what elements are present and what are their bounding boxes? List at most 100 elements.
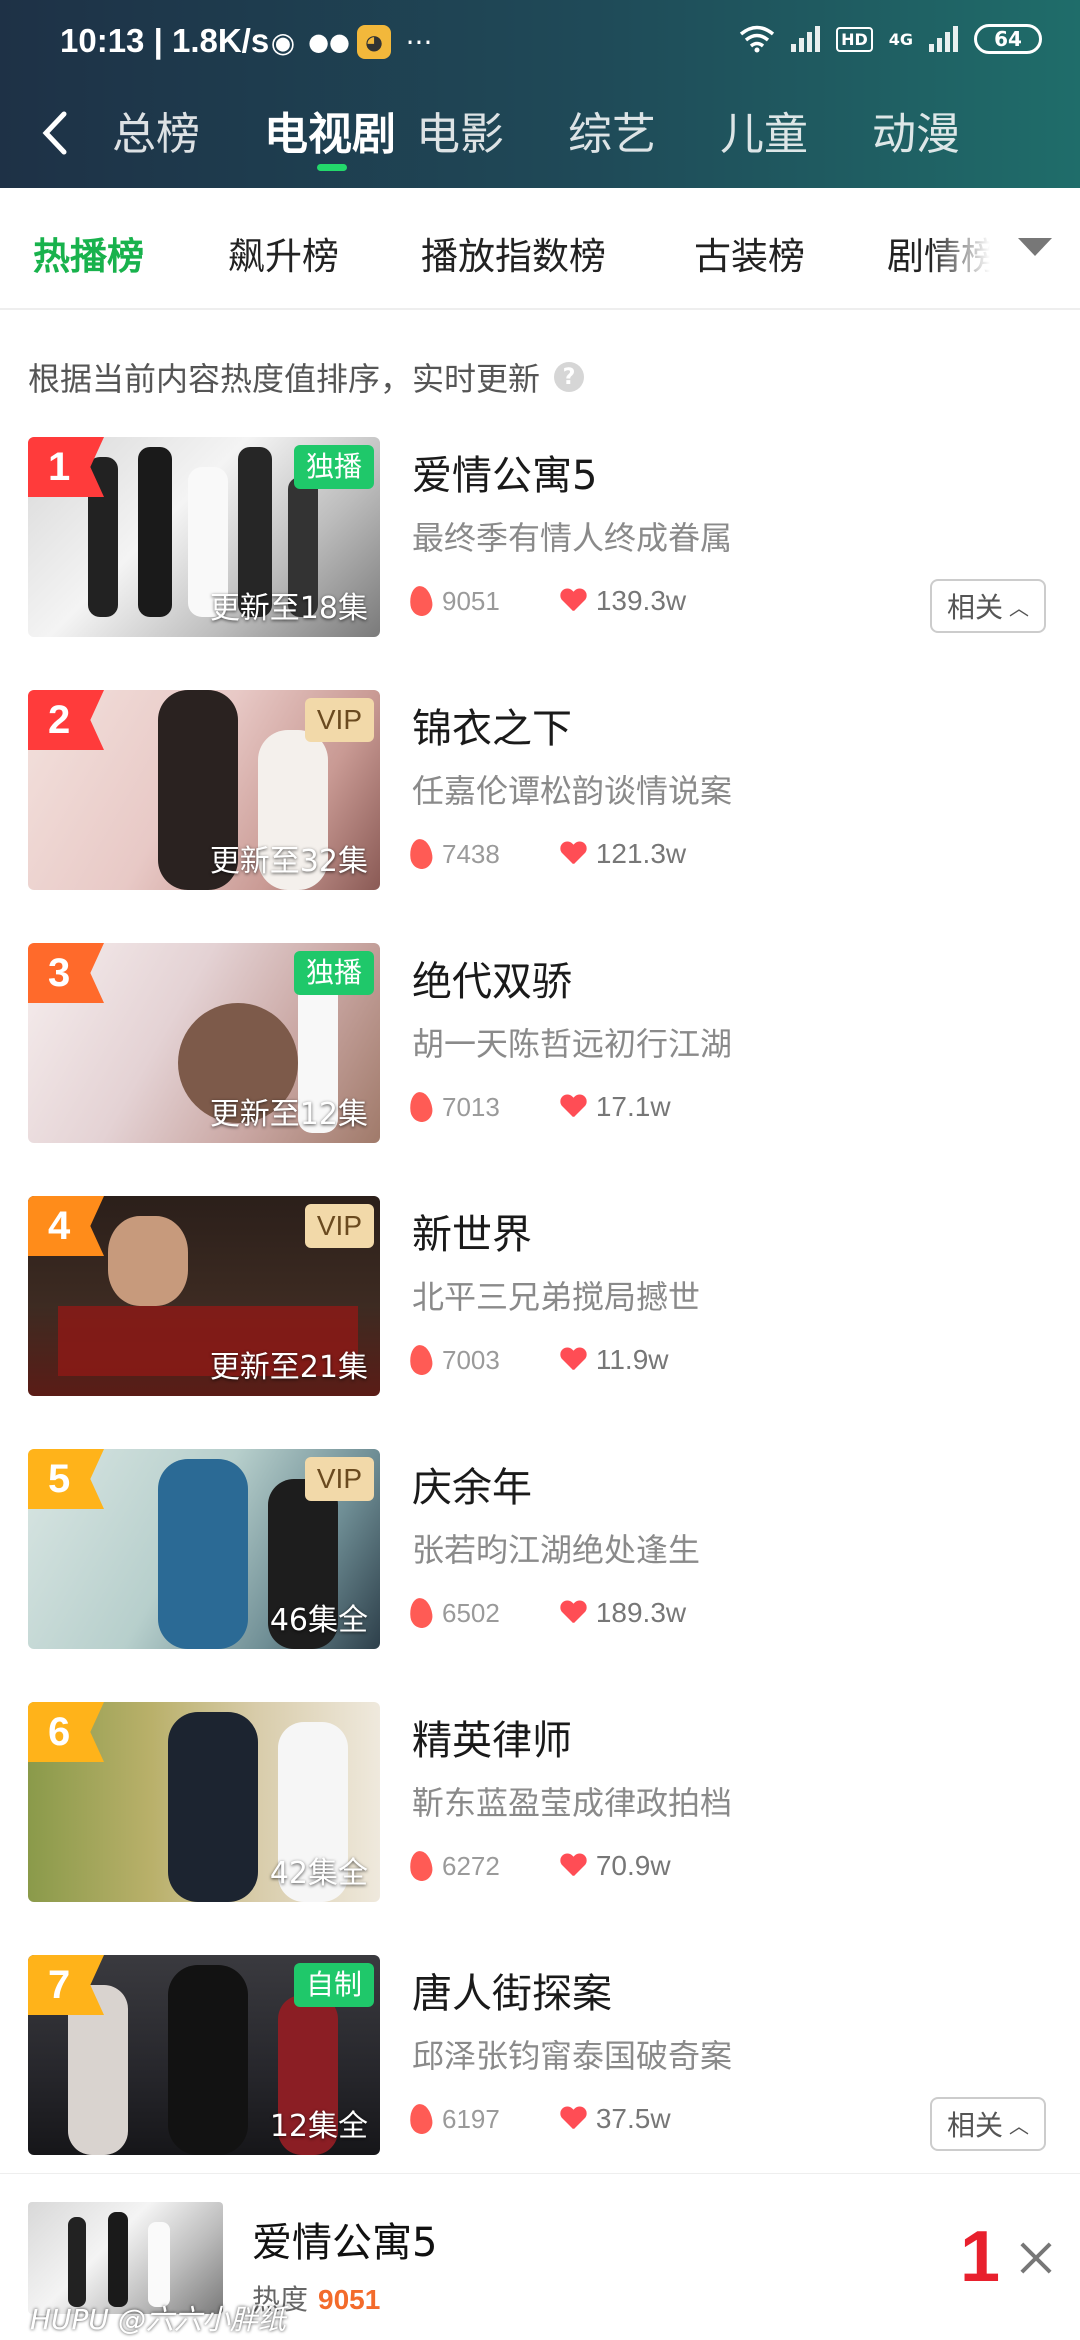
wifi-icon <box>739 25 775 53</box>
show-stats: 9051 139.3w <box>408 584 687 618</box>
weibo-icon: ◉ <box>270 25 296 59</box>
vip-badge: VIP <box>304 1457 374 1501</box>
related-button[interactable]: 相关 ︿ <box>930 2097 1046 2151</box>
likes-value: 17.1w <box>595 1091 671 1122</box>
original-badge: 自制 <box>293 1963 374 2007</box>
ranking-description: 根据当前内容热度值排序，实时更新 ? <box>28 354 585 400</box>
heart-icon <box>560 1095 586 1119</box>
list-item[interactable]: 6 42集全 精英律师 靳东蓝盈莹成律政拍档 6272 70.9w <box>0 1702 1080 1902</box>
subtab-play-index[interactable]: 播放指数榜 <box>421 226 606 280</box>
tab-movies[interactable]: 电影 <box>416 98 568 162</box>
close-icon[interactable] <box>1016 2238 1056 2278</box>
ranking-subtabs: 热播榜 飙升榜 播放指数榜 古装榜 剧情榜 <box>0 188 1080 310</box>
tab-overall[interactable]: 总榜 <box>112 98 264 162</box>
fire-icon <box>408 1343 434 1377</box>
poster[interactable]: 2 VIP 更新至32集 <box>28 690 380 890</box>
exclusive-badge: 独播 <box>293 951 374 995</box>
vip-badge: VIP <box>304 698 374 742</box>
show-subtitle: 胡一天陈哲远初行江湖 <box>412 1025 733 1063</box>
related-button[interactable]: 相关 ︿ <box>930 579 1046 633</box>
poster[interactable]: 7 自制 12集全 <box>28 1955 380 2155</box>
heart-icon <box>560 1601 586 1625</box>
list-item[interactable]: 1 独播 更新至18集 爱情公寓5 最终季有情人终成眷属 9051 139.3w… <box>0 437 1080 637</box>
heart-icon <box>560 2107 586 2131</box>
poster[interactable]: 3 独播 更新至12集 <box>28 943 380 1143</box>
mini-heat-value: 9051 <box>318 2284 381 2315</box>
fire-icon <box>408 584 434 618</box>
poster[interactable]: 6 42集全 <box>28 1702 380 1902</box>
show-stats: 6197 37.5w <box>408 2102 671 2136</box>
list-item[interactable]: 3 独播 更新至12集 绝代双骄 胡一天陈哲远初行江湖 7013 17.1w <box>0 943 1080 1143</box>
show-title[interactable]: 绝代双骄 <box>412 949 572 1007</box>
poster[interactable]: 5 VIP 46集全 <box>28 1449 380 1649</box>
episode-status: 更新至12集 <box>209 1097 368 1132</box>
heat-value: 7003 <box>442 1344 500 1375</box>
likes-value: 11.9w <box>595 1344 669 1375</box>
wechat-icon: ●● <box>308 28 350 56</box>
status-bar: 10:13 | 1.8K/s ◉ ●● ◕ ··· HD 4G 64 <box>0 0 1080 90</box>
poster[interactable]: 4 VIP 更新至21集 <box>28 1196 380 1396</box>
list-item[interactable]: 5 VIP 46集全 庆余年 张若昀江湖绝处逢生 6502 189.3w <box>0 1449 1080 1649</box>
mini-title: 爱情公寓5 <box>252 2220 438 2266</box>
show-subtitle: 靳东蓝盈莹成律政拍档 <box>412 1784 733 1822</box>
heat-value: 6502 <box>442 1597 500 1628</box>
show-title[interactable]: 精英律师 <box>412 1708 572 1766</box>
list-item[interactable]: 2 VIP 更新至32集 锦衣之下 任嘉伦谭松韵谈情说案 7438 121.3w <box>0 690 1080 890</box>
fire-icon <box>408 1849 434 1883</box>
show-title[interactable]: 庆余年 <box>412 1455 532 1513</box>
heart-icon <box>560 589 586 613</box>
likes-value: 70.9w <box>595 1850 671 1881</box>
show-title[interactable]: 唐人街探案 <box>412 1961 612 2019</box>
subtab-rising[interactable]: 飙升榜 <box>228 226 339 280</box>
subtab-costume[interactable]: 古装榜 <box>694 226 805 280</box>
signal-icon-2 <box>929 26 958 52</box>
list-item[interactable]: 7 自制 12集全 唐人街探案 邱泽张钧甯泰国破奇案 6197 37.5w 相关… <box>0 1955 1080 2155</box>
episode-status: 12集全 <box>269 2109 368 2144</box>
fire-icon <box>408 1090 434 1124</box>
dropdown-icon[interactable] <box>1018 238 1052 256</box>
back-icon[interactable] <box>36 108 76 158</box>
status-right-icons: HD 4G 64 <box>739 24 1042 54</box>
likes-value: 37.5w <box>595 2103 671 2134</box>
exclusive-badge: 独播 <box>293 445 374 489</box>
chevron-up-icon: ︿ <box>1009 595 1029 620</box>
likes-value: 121.3w <box>595 838 687 869</box>
likes-value: 139.3w <box>595 585 687 616</box>
tab-kids[interactable]: 儿童 <box>720 98 872 162</box>
watermark: HUPU @六六小胖纸 <box>30 2303 286 2336</box>
help-icon[interactable]: ? <box>554 362 585 392</box>
heat-value: 6272 <box>442 1850 500 1881</box>
tab-anime[interactable]: 动漫 <box>872 98 1024 162</box>
fire-icon <box>408 2102 434 2136</box>
show-title[interactable]: 锦衣之下 <box>412 696 572 754</box>
episode-status: 更新至32集 <box>209 844 368 879</box>
episode-status: 42集全 <box>269 1856 368 1891</box>
tab-variety[interactable]: 综艺 <box>568 98 720 162</box>
heart-icon <box>560 842 586 866</box>
list-item[interactable]: 4 VIP 更新至21集 新世界 北平三兄弟搅局撼世 7003 11.9w <box>0 1196 1080 1396</box>
battery-icon: 64 <box>974 24 1042 54</box>
show-subtitle: 邱泽张钧甯泰国破奇案 <box>412 2037 733 2075</box>
app-notification-icon: ◕ <box>357 25 391 59</box>
episode-status: 更新至21集 <box>209 1350 368 1385</box>
subtab-hot[interactable]: 热播榜 <box>33 226 144 280</box>
fire-icon <box>408 837 434 871</box>
show-title[interactable]: 新世界 <box>412 1202 532 1260</box>
fire-icon <box>408 1596 434 1630</box>
show-title[interactable]: 爱情公寓5 <box>412 443 597 501</box>
likes-value: 189.3w <box>595 1597 687 1628</box>
show-subtitle: 北平三兄弟搅局撼世 <box>412 1278 701 1316</box>
status-time: 10:13 | 1.8K/s <box>60 22 270 59</box>
more-notifications-icon: ··· <box>405 25 433 59</box>
signal-icon <box>791 26 821 52</box>
poster[interactable]: 1 独播 更新至18集 <box>28 437 380 637</box>
show-stats: 7013 17.1w <box>408 1090 671 1124</box>
show-stats: 7003 11.9w <box>408 1343 669 1377</box>
episode-status: 46集全 <box>269 1603 368 1638</box>
tab-tv-series[interactable]: 电视剧 <box>264 98 416 171</box>
episode-status: 更新至18集 <box>209 591 368 626</box>
heat-value: 7438 <box>442 838 500 869</box>
show-subtitle: 张若昀江湖绝处逢生 <box>412 1531 701 1569</box>
vip-badge: VIP <box>304 1204 374 1248</box>
chevron-up-icon: ︿ <box>1009 2113 1029 2138</box>
